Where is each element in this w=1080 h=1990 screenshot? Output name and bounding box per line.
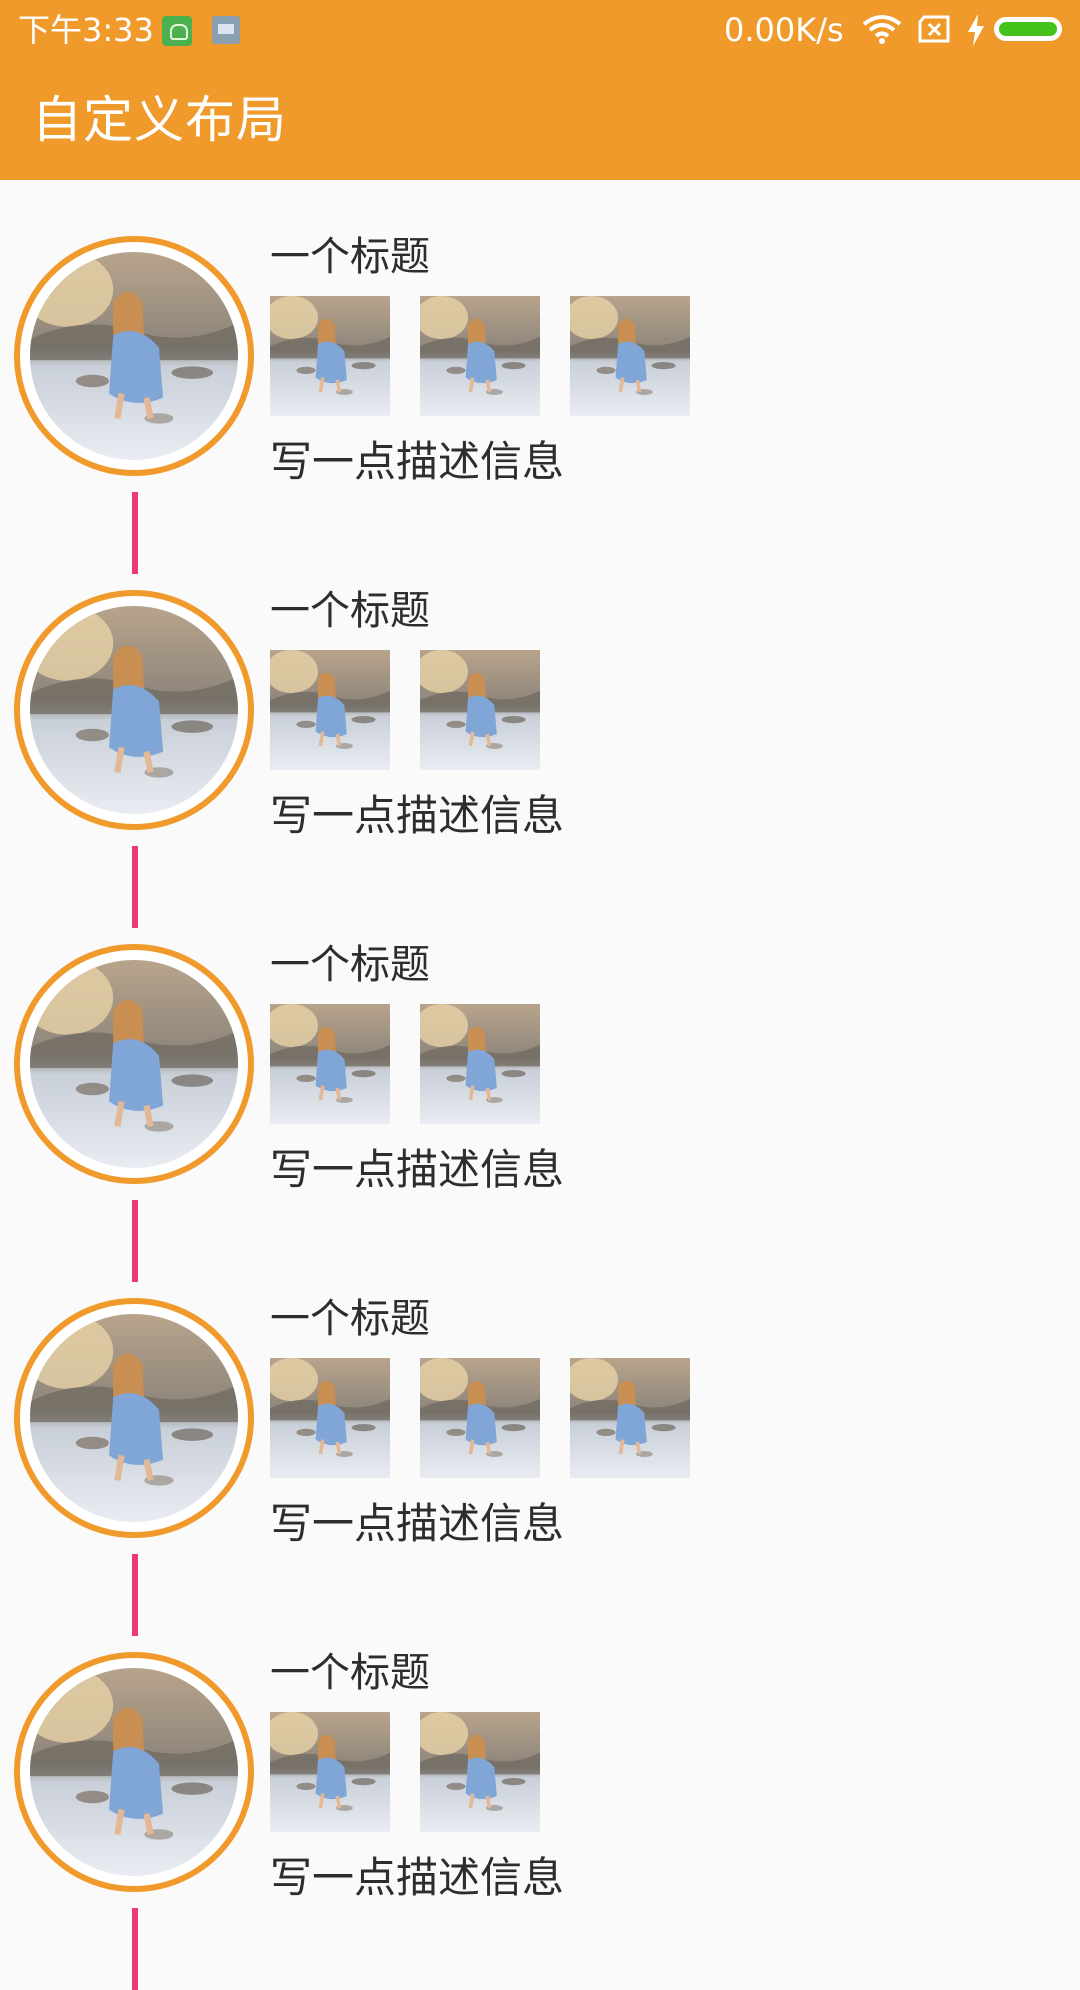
avatar-photo: [30, 960, 238, 1168]
item-description: 写一点描述信息: [270, 1853, 565, 1902]
image-thumbnail[interactable]: [270, 1712, 390, 1832]
image-thumbnail[interactable]: [270, 650, 390, 770]
item-title: 一个标题: [270, 1650, 430, 1696]
avatar-photo: [30, 1314, 238, 1522]
wifi-icon: [862, 15, 902, 44]
app-notification-icon: [162, 16, 192, 46]
charging-icon: [968, 14, 984, 46]
image-thumbnail[interactable]: [570, 1358, 690, 1478]
item-title: 一个标题: [270, 1296, 430, 1342]
image-thumbnail[interactable]: [420, 1358, 540, 1478]
message-notification-icon: [212, 16, 240, 44]
battery-level: [999, 22, 1057, 36]
item-description: 写一点描述信息: [270, 437, 565, 486]
image-thumbnail[interactable]: [420, 1712, 540, 1832]
status-time: 下午3:33: [18, 11, 154, 49]
no-sim-icon: [918, 15, 950, 43]
item-title: 一个标题: [270, 234, 430, 280]
item-description: 写一点描述信息: [270, 791, 565, 840]
image-thumbnail[interactable]: [420, 650, 540, 770]
network-speed: 0.00K/s: [724, 11, 844, 49]
image-thumbnail[interactable]: [270, 296, 390, 416]
status-bar: 下午3:33 0.00K/s: [0, 0, 1080, 60]
avatar[interactable]: [14, 590, 254, 830]
image-thumbnail[interactable]: [420, 1004, 540, 1124]
avatar[interactable]: [14, 944, 254, 1184]
avatar-photo: [30, 606, 238, 814]
avatar-photo: [30, 1668, 238, 1876]
image-thumbnail[interactable]: [270, 1004, 390, 1124]
app-bar: 自定义布局: [0, 60, 1080, 180]
image-thumbnail[interactable]: [420, 296, 540, 416]
item-title: 一个标题: [270, 588, 430, 634]
avatar[interactable]: [14, 1298, 254, 1538]
item-title: 一个标题: [270, 942, 430, 988]
avatar[interactable]: [14, 236, 254, 476]
avatar[interactable]: [14, 1652, 254, 1892]
item-description: 写一点描述信息: [270, 1145, 565, 1194]
timeline-item[interactable]: 一个标题 写一点描述信息: [0, 534, 1080, 928]
timeline-connector: [132, 1908, 138, 1990]
timeline-item[interactable]: 一个标题 写一点描述信息: [0, 180, 1080, 574]
timeline-item[interactable]: 一个标题 写一点描述信息: [0, 1596, 1080, 1990]
battery-icon: [994, 17, 1062, 41]
image-thumbnail[interactable]: [270, 1358, 390, 1478]
timeline-list[interactable]: 一个标题 写一点描述信息 一个标题 写一点描述信息 一个标题 写一点描述信息 一…: [0, 180, 1080, 1990]
page-title: 自定义布局: [32, 91, 287, 149]
avatar-photo: [30, 252, 238, 460]
item-description: 写一点描述信息: [270, 1499, 565, 1548]
timeline-item[interactable]: 一个标题 写一点描述信息: [0, 888, 1080, 1282]
timeline-item[interactable]: 一个标题 写一点描述信息: [0, 1242, 1080, 1636]
image-thumbnail[interactable]: [570, 296, 690, 416]
